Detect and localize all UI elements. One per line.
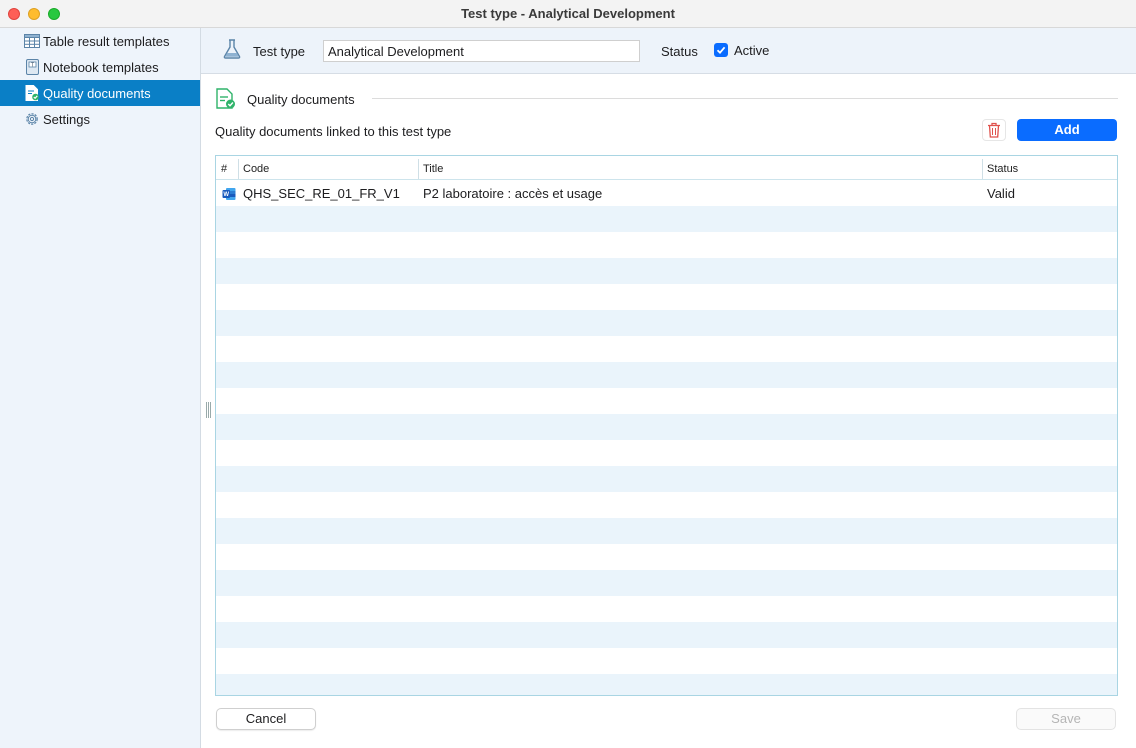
- empty-table-row: [216, 206, 1117, 232]
- empty-table-row: [216, 336, 1117, 362]
- test-type-header: Test type Status Active: [201, 28, 1136, 74]
- empty-table-row: [216, 258, 1117, 284]
- sidebar: Table result templates T Notebook templa…: [0, 28, 201, 748]
- empty-table-row: [216, 544, 1117, 570]
- empty-table-row: [216, 466, 1117, 492]
- table-icon: [24, 33, 40, 49]
- column-header-number[interactable]: #: [216, 156, 227, 180]
- column-header-code[interactable]: Code: [238, 156, 269, 180]
- empty-table-row: [216, 284, 1117, 310]
- empty-table-row: [216, 362, 1117, 388]
- title-bar: Test type - Analytical Development: [0, 0, 1136, 28]
- empty-table-row: [216, 310, 1117, 336]
- add-button[interactable]: Add: [1017, 119, 1117, 141]
- quality-document-icon: [216, 88, 236, 113]
- empty-table-row: [216, 492, 1117, 518]
- table-header: # Code Title Status: [216, 156, 1117, 180]
- sidebar-item-quality-documents[interactable]: Quality documents: [0, 80, 200, 106]
- table-row[interactable]: W QHS_SEC_RE_01_FR_V1 P2 laboratoire : a…: [216, 180, 1117, 206]
- trash-icon: [988, 122, 1000, 138]
- sidebar-item-notebook-templates[interactable]: T Notebook templates: [0, 54, 200, 80]
- sidebar-item-label: Table result templates: [43, 33, 170, 49]
- sidebar-item-label: Quality documents: [43, 85, 151, 101]
- active-label: Active: [734, 43, 770, 58]
- linked-documents-label: Quality documents linked to this test ty…: [215, 124, 452, 139]
- empty-table-row: [216, 674, 1117, 695]
- empty-table-row: [216, 518, 1117, 544]
- empty-table-row: [216, 622, 1117, 648]
- sidebar-item-table-result-templates[interactable]: Table result templates: [0, 28, 200, 54]
- notebook-icon: T: [24, 59, 40, 75]
- column-header-status[interactable]: Status: [982, 156, 1018, 180]
- quality-documents-table: # Code Title Status W QHS_SEC_RE_01_FR_V…: [215, 155, 1118, 696]
- flask-icon: [221, 38, 243, 63]
- empty-table-row: [216, 414, 1117, 440]
- empty-table-row: [216, 570, 1117, 596]
- save-button[interactable]: Save: [1016, 708, 1116, 730]
- active-checkbox[interactable]: [714, 43, 728, 57]
- delete-button[interactable]: [982, 119, 1006, 141]
- window-title: Test type - Analytical Development: [461, 6, 675, 21]
- column-header-title[interactable]: Title: [418, 156, 443, 180]
- splitter-handle[interactable]: [206, 402, 211, 418]
- checkmark-icon: [716, 46, 726, 55]
- empty-table-row: [216, 232, 1117, 258]
- document-status: Valid: [987, 186, 1015, 201]
- empty-table-row: [216, 388, 1117, 414]
- svg-text:T: T: [31, 62, 34, 68]
- cancel-button[interactable]: Cancel: [216, 708, 316, 730]
- document-title: P2 laboratoire : accès et usage: [423, 186, 603, 201]
- gear-icon: [24, 111, 40, 127]
- test-type-input[interactable]: [323, 40, 640, 62]
- test-type-label: Test type: [253, 44, 306, 59]
- empty-table-row: [216, 596, 1117, 622]
- sidebar-item-settings[interactable]: Settings: [0, 106, 200, 132]
- status-label: Status: [661, 44, 698, 59]
- section-divider: [372, 98, 1118, 99]
- table-body: W QHS_SEC_RE_01_FR_V1 P2 laboratoire : a…: [216, 180, 1117, 695]
- svg-text:W: W: [223, 192, 229, 198]
- empty-table-row: [216, 440, 1117, 466]
- document-code: QHS_SEC_RE_01_FR_V1: [243, 186, 400, 201]
- sidebar-item-label: Notebook templates: [43, 59, 159, 75]
- sidebar-item-label: Settings: [43, 111, 90, 127]
- quality-document-icon: [24, 85, 40, 101]
- word-document-icon: W: [222, 187, 236, 201]
- empty-table-row: [216, 648, 1117, 674]
- section-title: Quality documents: [247, 92, 355, 107]
